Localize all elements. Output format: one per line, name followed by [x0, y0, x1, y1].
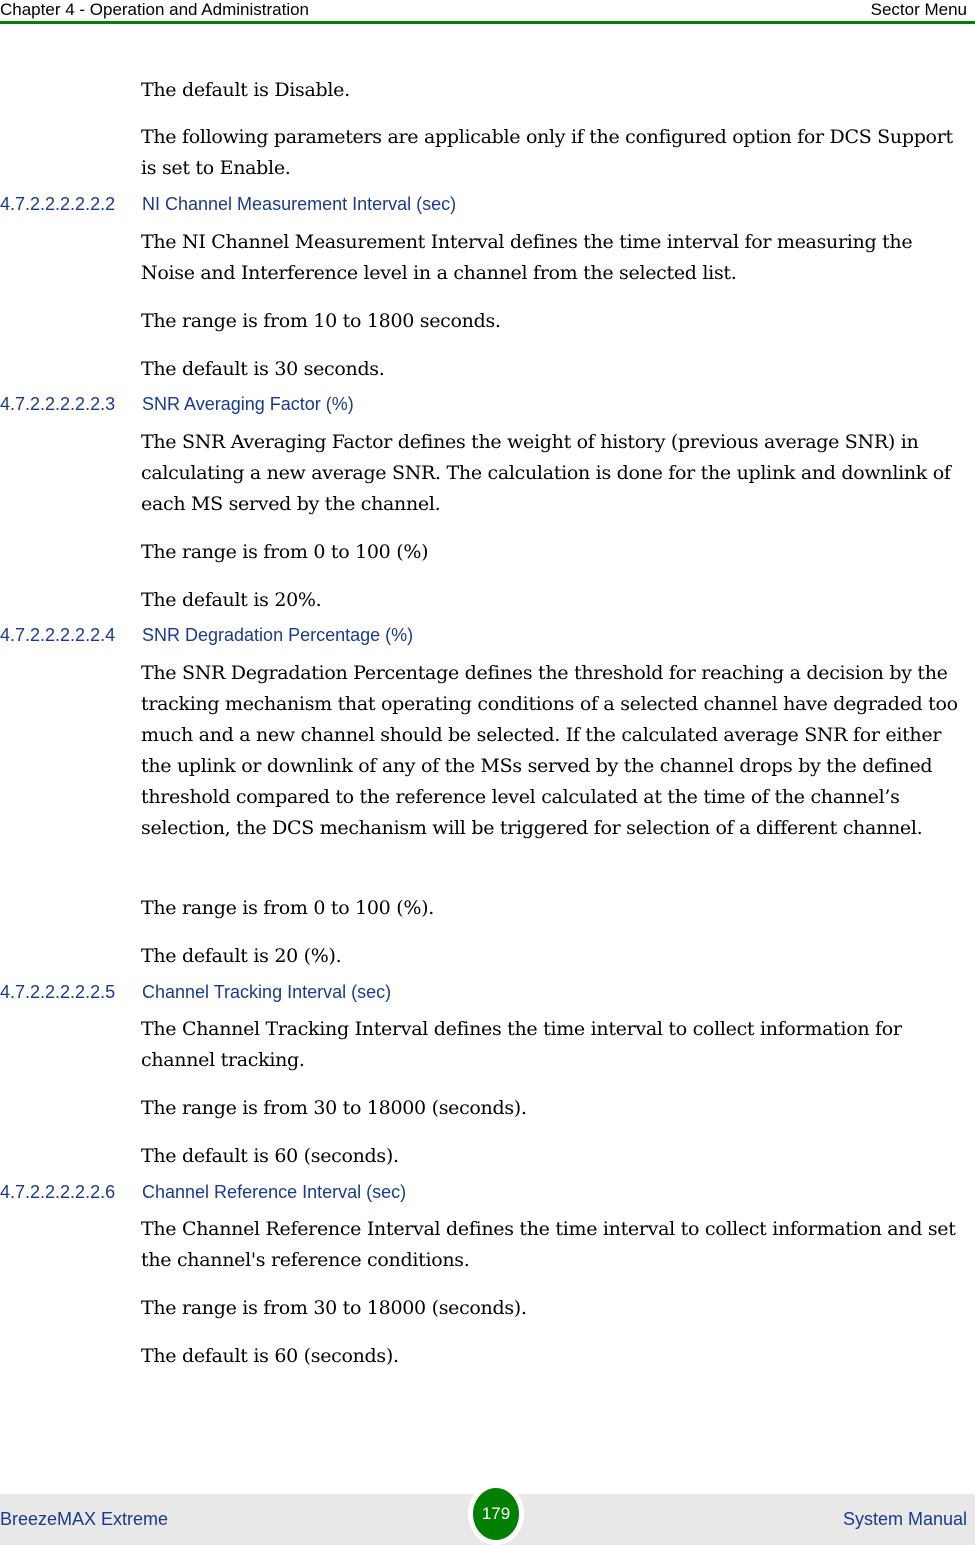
section-heading-title: Channel Tracking Interval (sec): [142, 982, 392, 1002]
paragraph: The following parameters are applicable …: [141, 126, 953, 179]
section-heading: 4.7.2.2.2.2.2.5 Channel Tracking Interval…: [0, 982, 391, 1003]
section-heading-title: SNR Averaging Factor (%): [142, 394, 354, 414]
paragraph: The default is 20%.: [141, 589, 322, 611]
section-heading: 4.7.2.2.2.2.2.6 Channel Reference Interva…: [0, 1182, 406, 1203]
product-name: BreezeMAX Extreme: [0, 1509, 169, 1529]
section-heading-title: SNR Degradation Percentage (%): [142, 625, 414, 645]
paragraph: The range is from 30 to 18000 (seconds).: [141, 1097, 527, 1119]
paragraph: The range is from 10 to 1800 seconds.: [141, 310, 501, 332]
section-number: 4.7.2.2.2.2.2.4: [0, 625, 116, 645]
paragraph: The Channel Tracking Interval defines th…: [141, 1018, 902, 1071]
paragraph: The SNR Averaging Factor defines the wei…: [141, 431, 951, 515]
section-heading: 4.7.2.2.2.2.2.3 SNR Averaging Factor (%): [0, 394, 354, 415]
paragraph: The default is 30 seconds.: [141, 358, 385, 380]
section-heading: 4.7.2.2.2.2.2.4 SNR Degradation Percentag…: [0, 625, 413, 646]
paragraph: The Channel Reference Interval defines t…: [141, 1218, 956, 1271]
section-number: 4.7.2.2.2.2.2.5: [0, 982, 116, 1002]
page-header: Chapter 4 - Operation and Administration…: [0, 0, 975, 22]
paragraph: The range is from 0 to 100 (%).: [141, 897, 434, 919]
section-number: 4.7.2.2.2.2.2.6: [0, 1182, 116, 1202]
section-heading: 4.7.2.2.2.2.2.2 NI Channel Measurement In…: [0, 194, 456, 215]
page-number: 179: [473, 1488, 519, 1540]
paragraph: The default is 60 (seconds).: [141, 1145, 399, 1167]
paragraph: The default is 20 (%).: [141, 945, 342, 967]
page-number-badge: 179: [468, 1482, 524, 1545]
section-heading-title: Channel Reference Interval (sec): [142, 1182, 407, 1202]
section-number: 4.7.2.2.2.2.2.2: [0, 194, 116, 214]
section-number: 4.7.2.2.2.2.2.3: [0, 394, 116, 414]
paragraph: The default is Disable.: [141, 79, 350, 101]
paragraph: The SNR Degradation Percentage defines t…: [141, 662, 958, 839]
paragraph: The range is from 0 to 100 (%): [141, 541, 429, 563]
section-title: Sector Menu: [870, 0, 967, 19]
paragraph: The range is from 30 to 18000 (seconds).: [141, 1297, 527, 1319]
paragraph: The NI Channel Measurement Interval defi…: [141, 231, 913, 284]
header-divider: [0, 21, 975, 24]
chapter-title: Chapter 4 - Operation and Administration: [0, 0, 310, 19]
paragraph: The default is 60 (seconds).: [141, 1345, 399, 1367]
document-type: System Manual: [842, 1509, 967, 1529]
section-heading-title: NI Channel Measurement Interval (sec): [142, 194, 457, 214]
